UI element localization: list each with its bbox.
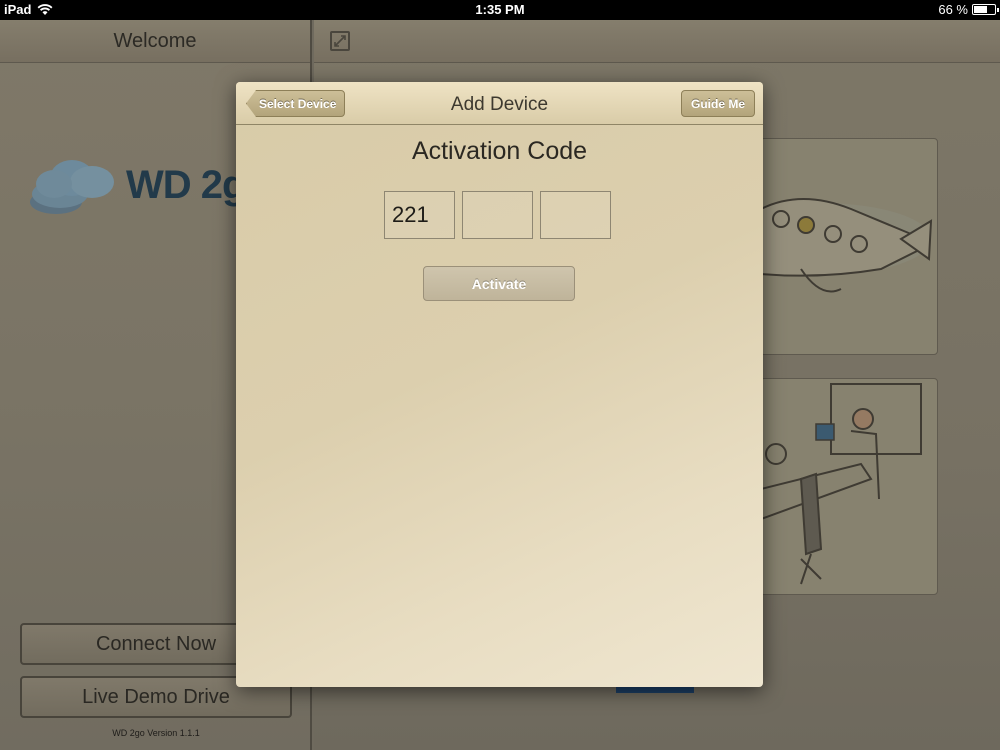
guide-me-button[interactable]: Guide Me [680, 90, 755, 117]
modal-nav-bar: Select Device Add Device Guide Me [236, 82, 763, 125]
battery-icon [972, 4, 999, 15]
activate-button[interactable]: Activate [423, 266, 575, 301]
version-label: WD 2go Version 1.1.1 [112, 728, 200, 738]
airplane-illustration [760, 138, 938, 355]
code-field-2[interactable] [462, 191, 533, 239]
activation-code-heading: Activation Code [411, 137, 588, 165]
welcome-title: Welcome [113, 29, 197, 52]
airplane-icon [761, 198, 933, 293]
cloud-logo-icon [30, 160, 114, 214]
wd2go-logo: WD 2go [26, 150, 270, 220]
welcome-header: Welcome [0, 20, 310, 63]
add-device-modal: Select Device Add Device Guide Me Activa… [236, 82, 763, 687]
clock: 1:35 PM [475, 2, 525, 17]
expand-icon[interactable] [330, 31, 350, 51]
meeting-icon [761, 383, 922, 585]
code-field-1[interactable] [384, 191, 455, 239]
status-bar: iPad 1:35 PM 66 % [0, 0, 1000, 20]
battery-percent: 66 % [938, 2, 968, 17]
content-header [314, 20, 1000, 63]
meeting-illustration [760, 378, 938, 595]
code-field-3[interactable] [540, 191, 611, 239]
